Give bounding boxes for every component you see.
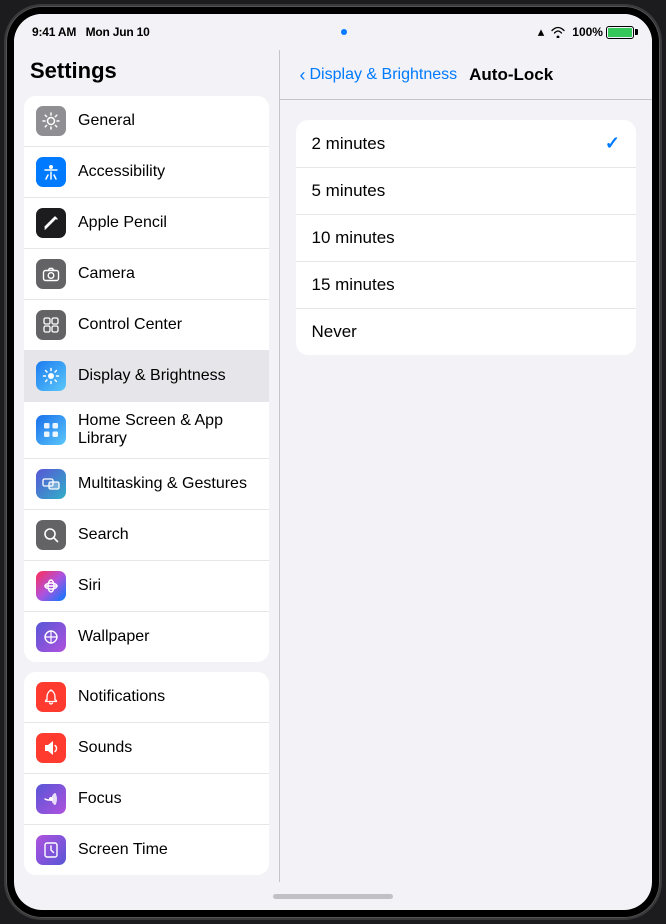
search-label: Search [78,526,129,544]
sidebar-item-search[interactable]: Search [24,510,269,561]
nav-bar: ‹ Display & Brightness Auto-Lock [280,50,653,100]
search-icon [36,520,66,550]
control-center-label: Control Center [78,316,182,334]
multitasking-label: Multitasking & Gestures [78,475,247,493]
sidebar-item-multitasking[interactable]: Multitasking & Gestures [24,459,269,510]
focus-label: Focus [78,790,122,808]
battery-level: 100% [572,25,603,39]
control-center-icon [36,310,66,340]
status-time-date: 9:41 AM Mon Jun 10 [32,25,150,39]
status-bar: 9:41 AM Mon Jun 10 ▴︎ 100% [14,14,652,50]
option-15min-label: 15 minutes [312,275,395,295]
sidebar-item-home-screen[interactable]: Home Screen & App Library [24,402,269,459]
back-label: Display & Brightness [310,66,458,84]
back-chevron-icon: ‹ [300,66,306,84]
option-2min[interactable]: 2 minutes ✓ [296,120,637,168]
option-2min-label: 2 minutes [312,134,386,154]
apple-pencil-icon [36,208,66,238]
camera-icon [36,259,66,289]
screen-time-icon [36,835,66,865]
battery-icon [606,26,634,39]
auto-lock-options: 2 minutes ✓ 5 minutes 10 minutes 15 minu… [296,120,637,355]
notifications-label: Notifications [78,688,165,706]
sidebar-item-wallpaper[interactable]: Wallpaper [24,612,269,662]
sidebar-item-general[interactable]: General [24,96,269,147]
status-time: 9:41 AM [32,25,76,39]
battery-fill [608,28,632,37]
multitasking-icon [36,469,66,499]
ipad-frame: 9:41 AM Mon Jun 10 ▴︎ 100% [6,6,660,918]
general-label: General [78,112,135,130]
siri-icon [36,571,66,601]
option-2min-checkmark: ✓ [605,133,620,154]
sidebar-group-2: Notifications Sounds [24,672,269,875]
status-right: ▴︎ 100% [538,24,634,40]
option-5min-label: 5 minutes [312,181,386,201]
apple-pencil-label: Apple Pencil [78,214,167,232]
nav-title: Auto-Lock [469,65,553,85]
home-screen-label: Home Screen & App Library [78,412,257,448]
option-10min-label: 10 minutes [312,228,395,248]
focus-icon [36,784,66,814]
sidebar-item-focus[interactable]: Focus [24,774,269,825]
home-screen-icon [36,415,66,445]
wifi-icon: ▴︎ [538,24,545,40]
sidebar: Settings General [14,50,279,882]
main-content: Settings General [14,50,652,882]
ipad-screen: 9:41 AM Mon Jun 10 ▴︎ 100% [14,14,652,910]
notifications-icon [36,682,66,712]
option-5min[interactable]: 5 minutes [296,168,637,215]
siri-label: Siri [78,577,101,595]
sidebar-item-apple-pencil[interactable]: Apple Pencil [24,198,269,249]
general-icon [36,106,66,136]
sidebar-item-siri[interactable]: Siri [24,561,269,612]
wifi-icon-svg [550,26,566,38]
option-never[interactable]: Never [296,309,637,355]
sidebar-item-display-brightness[interactable]: Display & Brightness [24,351,269,402]
home-bar [273,894,393,899]
back-button[interactable]: ‹ Display & Brightness [300,66,458,84]
sidebar-item-accessibility[interactable]: Accessibility [24,147,269,198]
display-brightness-icon [36,361,66,391]
option-never-label: Never [312,322,357,342]
sidebar-title: Settings [14,50,279,96]
battery-indicator: 100% [572,25,634,39]
option-10min[interactable]: 10 minutes [296,215,637,262]
sidebar-group-1: General Accessibility [24,96,269,662]
accessibility-icon [36,157,66,187]
sidebar-item-camera[interactable]: Camera [24,249,269,300]
option-15min[interactable]: 15 minutes [296,262,637,309]
status-date: Mon Jun 10 [86,25,150,39]
camera-label: Camera [78,265,135,283]
accessibility-label: Accessibility [78,163,165,181]
sounds-icon [36,733,66,763]
sounds-label: Sounds [78,739,132,757]
sidebar-item-control-center[interactable]: Control Center [24,300,269,351]
status-center-dot [341,29,347,35]
home-indicator [14,882,652,910]
screen-time-label: Screen Time [78,841,168,859]
display-brightness-label: Display & Brightness [78,367,226,385]
wallpaper-icon [36,622,66,652]
wallpaper-label: Wallpaper [78,628,149,646]
sidebar-item-sounds[interactable]: Sounds [24,723,269,774]
right-panel: ‹ Display & Brightness Auto-Lock 2 minut… [280,50,653,882]
sidebar-item-screen-time[interactable]: Screen Time [24,825,269,875]
sidebar-item-notifications[interactable]: Notifications [24,672,269,723]
